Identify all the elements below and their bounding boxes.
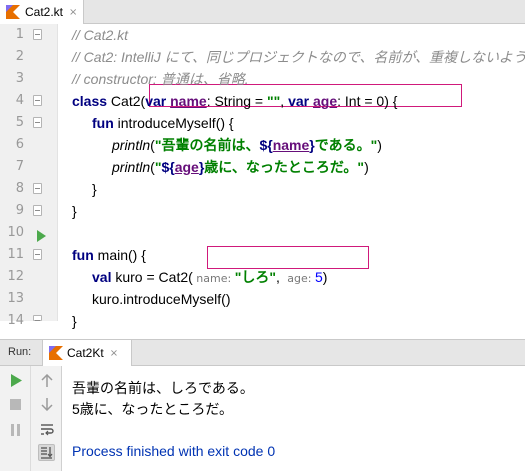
pause-icon[interactable] — [7, 421, 24, 438]
line-number: 4 — [15, 93, 24, 108]
code-line-12: val kuro = Cat2( name: "しろ", age: 5) — [92, 269, 328, 285]
run-tab-label: Cat2Kt — [67, 346, 104, 360]
param-hint-age: age: — [283, 272, 315, 285]
editor-gutter: 1 2 3 4 5 6 7 8 9 10 11 12 13 14 — [0, 24, 58, 328]
run-tab-cat2kt[interactable]: Cat2Kt × — [42, 340, 132, 366]
line-number: 14 — [7, 313, 24, 328]
rerun-icon[interactable] — [7, 372, 24, 389]
console-line: 吾輩の名前は、しろである。 — [72, 380, 254, 396]
scroll-down-icon[interactable] — [38, 396, 55, 413]
run-label: Run: — [8, 346, 32, 358]
editor-tab-label: Cat2.kt — [25, 5, 64, 19]
line-number: 6 — [15, 137, 24, 152]
fold-marker-icon[interactable] — [33, 315, 42, 321]
process-finished-message: Process finished with exit code 0 — [72, 443, 276, 459]
line-number: 5 — [15, 115, 24, 130]
line-number: 2 — [15, 49, 24, 64]
line-number: 11 — [7, 247, 24, 262]
kotlin-file-icon — [49, 346, 63, 360]
fold-marker-icon[interactable] — [33, 249, 42, 260]
code-line-8: } — [92, 181, 97, 197]
code-line-14: } — [72, 313, 77, 329]
code-line-3: // constructor: 普通は、省略. — [72, 71, 249, 87]
code-line-11: fun main() { — [72, 247, 146, 263]
line-number: 7 — [15, 159, 24, 174]
code-line-4: class Cat2(var name: String = "", var ag… — [72, 93, 398, 109]
stop-icon[interactable] — [7, 396, 24, 413]
line-number: 9 — [15, 203, 24, 218]
run-toolbar — [0, 366, 62, 471]
kotlin-file-icon — [6, 5, 20, 19]
close-icon[interactable]: × — [69, 7, 77, 18]
code-line-6: println("吾輩の名前は、${name}である。") — [112, 137, 382, 153]
line-number: 3 — [15, 71, 24, 86]
editor-tab-bar: Cat2.kt × — [0, 0, 525, 24]
soft-wrap-icon[interactable] — [38, 421, 55, 438]
line-number: 13 — [7, 291, 24, 306]
code-line-1: // Cat2.kt — [72, 27, 129, 43]
code-line-2: // Cat2: IntelliJ にて、同じプロジェクトなので、名前が、重複し… — [72, 49, 525, 65]
code-line-13: kuro.introduceMyself() — [92, 291, 231, 307]
fold-marker-icon[interactable] — [33, 205, 42, 216]
code-editor[interactable]: 1 2 3 4 5 6 7 8 9 10 11 12 13 14 // Cat2… — [0, 24, 525, 329]
fold-marker-icon[interactable] — [33, 95, 42, 106]
scroll-up-icon[interactable] — [38, 372, 55, 389]
fold-marker-icon[interactable] — [33, 183, 42, 194]
code-area[interactable]: // Cat2.kt // Cat2: IntelliJ にて、同じプロジェクト… — [72, 24, 525, 329]
code-line-7: println("${age}歳に、なったところだ。") — [112, 159, 369, 175]
fold-marker-icon[interactable] — [33, 29, 42, 40]
editor-tab-cat2[interactable]: Cat2.kt × — [0, 0, 84, 24]
line-number: 1 — [15, 27, 24, 42]
console-line: 5歳に、なったところだ。 — [72, 401, 233, 417]
line-number: 8 — [15, 181, 24, 196]
code-line-9: } — [72, 203, 77, 219]
param-hint-name: name: — [192, 272, 235, 285]
fold-marker-icon[interactable] — [33, 117, 42, 128]
scroll-to-end-icon[interactable] — [38, 444, 55, 461]
code-line-5: fun introduceMyself() { — [92, 115, 234, 131]
run-gutter-icon[interactable] — [37, 230, 46, 242]
line-number: 12 — [7, 269, 24, 284]
close-icon[interactable]: × — [110, 348, 118, 359]
line-number: 10 — [7, 225, 24, 240]
run-tool-header: Run: Cat2Kt × — [0, 339, 525, 366]
